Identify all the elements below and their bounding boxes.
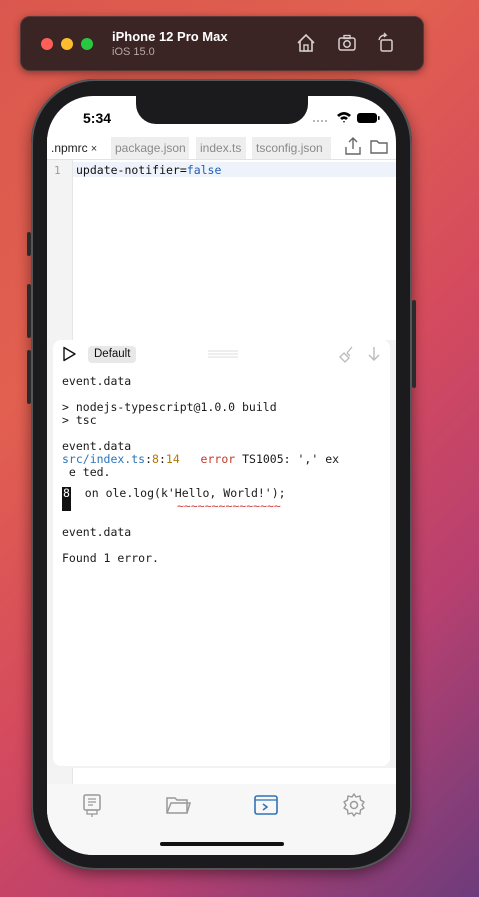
close-tab-icon[interactable]: × (91, 143, 97, 155)
console-body: Default event.data > nodejs-typescript@1… (53, 340, 390, 766)
console-line: Found 1 error. (62, 551, 159, 565)
minimize-window-button[interactable] (61, 38, 73, 50)
clear-console-icon[interactable] (339, 345, 357, 363)
editor-tab-bar: .npmrc × package.json index.ts tsconfig.j… (47, 133, 396, 160)
console-panel: Default event.data > nodejs-typescript@1… (47, 340, 396, 768)
console-line: event.data (62, 525, 132, 539)
separator: : (145, 452, 153, 466)
rotate-icon[interactable] (375, 32, 397, 54)
volume-down-button (27, 350, 31, 404)
simulator-toolbar: iPhone 12 Pro Max iOS 15.0 (20, 16, 424, 71)
share-icon[interactable] (343, 136, 363, 156)
error-squiggle: ~~~~~~~~~~~~~~~ (177, 499, 281, 513)
line-number: 1 (54, 164, 61, 177)
error-col: 14 (165, 452, 180, 466)
code-key: update-notifier= (76, 163, 187, 177)
console-line: event.data (62, 374, 132, 388)
notch (136, 96, 308, 124)
tab-label: .npmrc (51, 141, 88, 155)
folder-icon[interactable] (165, 792, 192, 818)
side-button (412, 300, 416, 388)
play-icon[interactable] (61, 346, 77, 362)
os-version: iOS 15.0 (112, 46, 155, 58)
error-message-cont: e ted. (62, 465, 111, 479)
error-label: error (200, 452, 236, 466)
error-line: 8 (152, 452, 159, 466)
tab-label: tsconfig.json (256, 141, 323, 155)
folder-icon[interactable] (369, 136, 389, 156)
mute-switch (27, 232, 31, 256)
phone-screen: 5:34 .npmrc × package.json index.ts tscon… (47, 96, 396, 855)
home-indicator[interactable] (160, 842, 284, 846)
settings-icon[interactable] (341, 792, 367, 818)
code-line[interactable]: update-notifier=false (76, 163, 221, 177)
tab-label: package.json (115, 141, 186, 155)
device-name: iPhone 12 Pro Max (112, 29, 228, 44)
scheme-selector[interactable]: Default (88, 346, 137, 363)
screenshot-icon[interactable] (336, 32, 358, 54)
tab-tsconfig-json[interactable]: tsconfig.json (252, 137, 331, 159)
separator: : (158, 452, 166, 466)
drag-handle[interactable] (208, 350, 238, 358)
explorer-icon[interactable] (79, 792, 105, 818)
tab-npmrc[interactable]: .npmrc × (47, 137, 103, 159)
scroll-down-icon[interactable] (365, 345, 383, 363)
source-code: on ole.log(k'Hello, World!'); (84, 486, 286, 500)
tab-package-json[interactable]: package.json (111, 137, 189, 159)
source-line-number: 8 (62, 487, 71, 511)
code-value: false (186, 163, 222, 177)
error-message: TS1005: ',' ex (242, 452, 340, 466)
status-indicators (312, 112, 380, 123)
status-time: 5:34 (83, 110, 112, 126)
volume-up-button (27, 284, 31, 338)
tab-label: index.ts (200, 141, 242, 155)
line-gutter: 1 (47, 160, 73, 340)
code-editor[interactable]: 1 update-notifier=false (47, 160, 396, 340)
zoom-window-button[interactable] (81, 38, 93, 50)
console-line: > tsc (62, 413, 97, 427)
tab-index-ts[interactable]: index.ts (196, 137, 246, 159)
terminal-icon[interactable] (253, 792, 279, 818)
home-icon[interactable] (295, 32, 317, 54)
error-file[interactable]: src/index.ts (62, 452, 145, 466)
close-window-button[interactable] (41, 38, 53, 50)
line-gutter-footer (47, 768, 73, 784)
